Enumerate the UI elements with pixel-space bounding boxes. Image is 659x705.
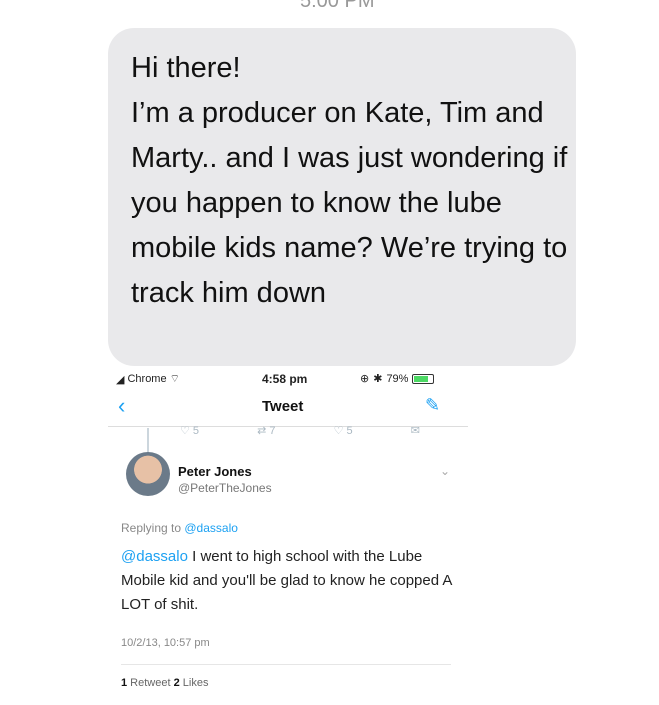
status-carrier: ◢ Chrome ⌔ [116, 373, 180, 386]
author-handle[interactable]: @PeterTheJones [178, 481, 272, 495]
reply-icon[interactable]: ♡ 5 [180, 424, 199, 437]
chevron-down-icon[interactable]: ⌄ [440, 464, 450, 478]
like-icon[interactable]: ♡ 5 [334, 424, 353, 437]
battery-icon [412, 373, 435, 384]
status-right: ⊕ ✱ 79% [360, 372, 435, 385]
like-label[interactable]: Likes [180, 677, 209, 689]
wifi-icon: ⌔ [169, 373, 180, 385]
status-time: 4:58 pm [262, 372, 308, 386]
stats-divider [121, 664, 451, 665]
previous-tweet-actions: ♡ 5 ⇄ 7 ♡ 5 ✉ [180, 424, 420, 437]
reply-mention-link[interactable]: @dassalo [184, 521, 238, 535]
location-icon: ⊕ [360, 373, 370, 385]
top-timestamp: 5:00 PM [300, 0, 375, 12]
retweet-label[interactable]: Retweet [127, 677, 173, 689]
tweet-body: @dassalo I went to high school with the … [121, 545, 461, 617]
battery-percent: 79% [386, 372, 409, 385]
message-icon[interactable]: ✉ [411, 424, 420, 437]
avatar[interactable] [126, 452, 170, 496]
nav-title: Tweet [262, 398, 304, 415]
back-icon[interactable]: ‹ [118, 393, 125, 419]
compose-icon[interactable]: ✎ [425, 395, 440, 416]
bluetooth-icon: ✱ [373, 373, 383, 385]
replying-to: Replying to @dassalo [121, 521, 238, 535]
tweet-date: 10/2/13, 10:57 pm [121, 637, 210, 649]
signal-icon: ◢ [116, 373, 125, 386]
author-name[interactable]: Peter Jones [178, 464, 252, 479]
tweet-mention-link[interactable]: @dassalo [121, 548, 188, 565]
retweet-icon[interactable]: ⇄ 7 [257, 424, 275, 437]
message-text: Hi there! I’m a producer on Kate, Tim an… [131, 52, 568, 309]
tweet-stats: 1 Retweet 2 Likes [121, 677, 208, 689]
